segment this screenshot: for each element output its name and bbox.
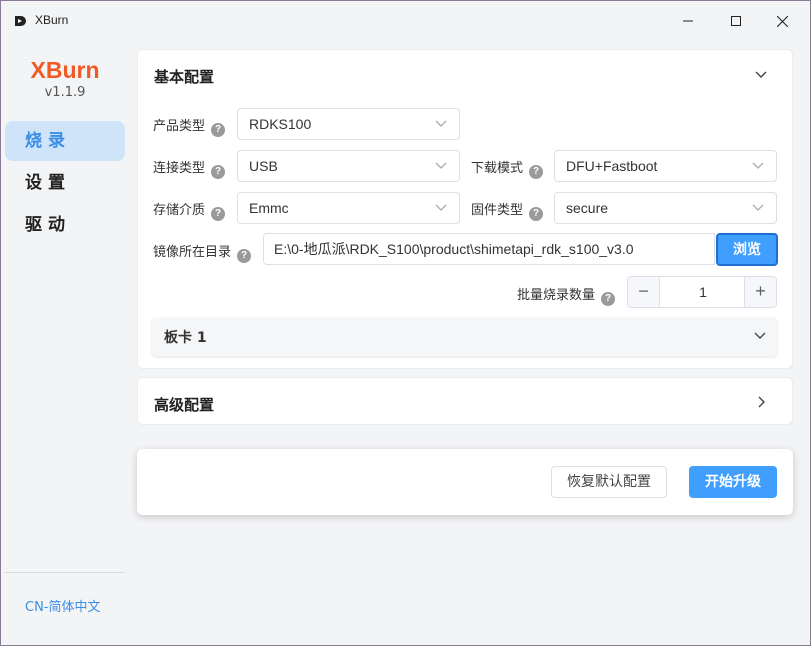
download-mode-label: 下载模式? (471, 157, 544, 179)
start-upgrade-button[interactable]: 开始升级 (689, 466, 777, 498)
app-logo-icon (15, 16, 26, 26)
download-mode-value: DFU+Fastboot (566, 158, 658, 174)
maximize-icon (731, 16, 741, 26)
help-icon[interactable]: ? (529, 165, 544, 179)
chevron-right-icon (758, 396, 765, 408)
image-dir-label: 镜像所在目录? (153, 241, 252, 263)
sidebar-item-driver[interactable]: 驱动 (5, 205, 125, 245)
advanced-config-panel[interactable]: 高级配置 (137, 377, 793, 425)
board-1-header[interactable]: 板卡 1 (152, 318, 777, 356)
sidebar: XBurn v1.1.9 烧录 设置 驱动 CN-简体中文 (5, 41, 129, 641)
connect-type-value: USB (249, 158, 278, 174)
board-1-title: 板卡 1 (164, 330, 207, 346)
basic-config-title: 基本配置 (154, 68, 215, 86)
download-mode-label-text: 下载模式 (471, 161, 524, 176)
maximize-button[interactable] (713, 1, 759, 41)
chevron-down-icon (752, 162, 764, 169)
image-dir-input[interactable]: E:\0-地瓜派\RDK_S100\product\shimetapi_rdk_… (263, 233, 715, 265)
product-type-value: RDKS100 (249, 116, 312, 132)
advanced-config-title: 高级配置 (154, 396, 215, 414)
firmware-type-label: 固件类型? (471, 199, 544, 221)
help-icon[interactable]: ? (601, 292, 616, 306)
help-icon[interactable]: ? (211, 207, 226, 221)
help-icon[interactable]: ? (529, 207, 544, 221)
title-bar: XBurn (1, 1, 810, 41)
close-button[interactable] (759, 1, 805, 41)
help-icon[interactable]: ? (211, 123, 226, 137)
product-type-label: 产品类型? (153, 115, 226, 137)
chevron-down-icon (752, 204, 764, 211)
reset-defaults-button[interactable]: 恢复默认配置 (551, 466, 667, 498)
help-icon[interactable]: ? (211, 165, 226, 179)
minimize-icon (683, 20, 693, 22)
image-dir-label-text: 镜像所在目录 (153, 245, 232, 260)
close-icon (776, 15, 788, 27)
sidebar-divider (5, 572, 125, 573)
chevron-down-icon[interactable] (754, 68, 768, 82)
download-mode-select[interactable]: DFU+Fastboot (554, 150, 777, 182)
minimize-button[interactable] (665, 1, 711, 41)
language-switch[interactable]: CN-简体中文 (25, 596, 101, 615)
sidebar-item-burn[interactable]: 烧录 (5, 121, 125, 161)
firmware-type-select[interactable]: secure (554, 192, 777, 224)
window-title: XBurn (35, 13, 69, 27)
firmware-type-label-text: 固件类型 (471, 203, 524, 218)
storage-select[interactable]: Emmc (237, 192, 460, 224)
browse-button[interactable]: 浏览 (716, 233, 778, 266)
chevron-down-icon (435, 204, 447, 211)
connect-type-select[interactable]: USB (237, 150, 460, 182)
batch-count-label: 批量烧录数量? (517, 284, 616, 306)
connect-type-label-text: 连接类型 (153, 161, 206, 176)
increment-button[interactable]: + (744, 277, 776, 307)
storage-label: 存储介质? (153, 199, 226, 221)
firmware-type-value: secure (566, 200, 609, 216)
connect-type-label: 连接类型? (153, 157, 226, 179)
batch-count-value[interactable]: 1 (661, 277, 745, 307)
version-label: v1.1.9 (44, 85, 86, 100)
storage-value: Emmc (249, 200, 289, 216)
product-type-select[interactable]: RDKS100 (237, 108, 460, 140)
batch-count-label-text: 批量烧录数量 (517, 288, 596, 303)
chevron-down-icon (435, 120, 447, 127)
chevron-down-icon (754, 332, 766, 339)
storage-label-text: 存储介质 (153, 203, 206, 218)
batch-count-stepper: − 1 + (627, 276, 777, 308)
brand-logo: XBurn (30, 57, 100, 83)
product-type-label-text: 产品类型 (153, 119, 206, 134)
decrement-button[interactable]: − (628, 277, 660, 307)
sidebar-item-settings[interactable]: 设置 (5, 163, 125, 203)
app-window: XBurn XBurn v1.1.9 烧录 设置 驱动 CN-简体中文 基本配置… (0, 0, 811, 646)
help-icon[interactable]: ? (237, 249, 252, 263)
chevron-down-icon (435, 162, 447, 169)
